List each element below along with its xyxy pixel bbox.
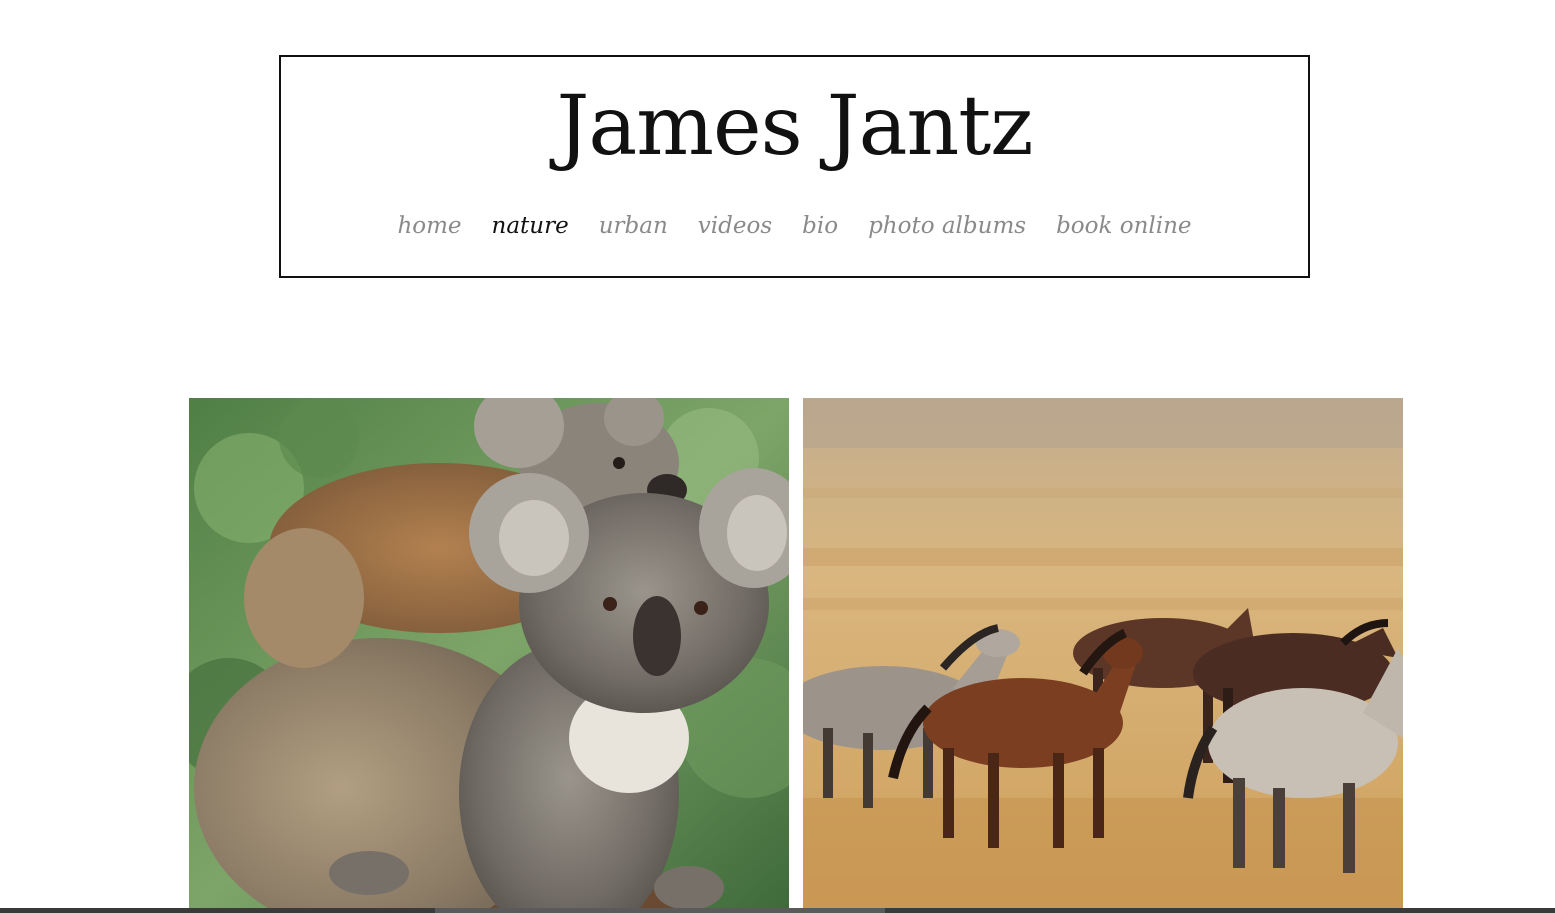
nav-item-nature[interactable]: nature bbox=[492, 209, 569, 243]
gallery-photo-koala[interactable] bbox=[189, 398, 789, 913]
page: James Jantz home nature urban videos bio… bbox=[0, 0, 1555, 913]
main-nav: home nature urban videos bio photo album… bbox=[281, 209, 1308, 243]
koala-photo-image bbox=[189, 398, 789, 913]
nav-item-home[interactable]: home bbox=[397, 209, 461, 243]
horizontal-scrollbar[interactable] bbox=[0, 908, 1555, 913]
gallery-photo-horses[interactable] bbox=[803, 398, 1403, 913]
site-header: James Jantz home nature urban videos bio… bbox=[279, 55, 1310, 278]
nav-item-photo-albums[interactable]: photo albums bbox=[868, 209, 1026, 243]
scrollbar-thumb[interactable] bbox=[435, 908, 885, 913]
site-title[interactable]: James Jantz bbox=[281, 79, 1308, 175]
horses-photo-image bbox=[803, 398, 1403, 913]
nav-item-book-online[interactable]: book online bbox=[1056, 209, 1191, 243]
nav-item-videos[interactable]: videos bbox=[698, 209, 772, 243]
nav-item-bio[interactable]: bio bbox=[802, 209, 838, 243]
nav-item-urban[interactable]: urban bbox=[599, 209, 668, 243]
